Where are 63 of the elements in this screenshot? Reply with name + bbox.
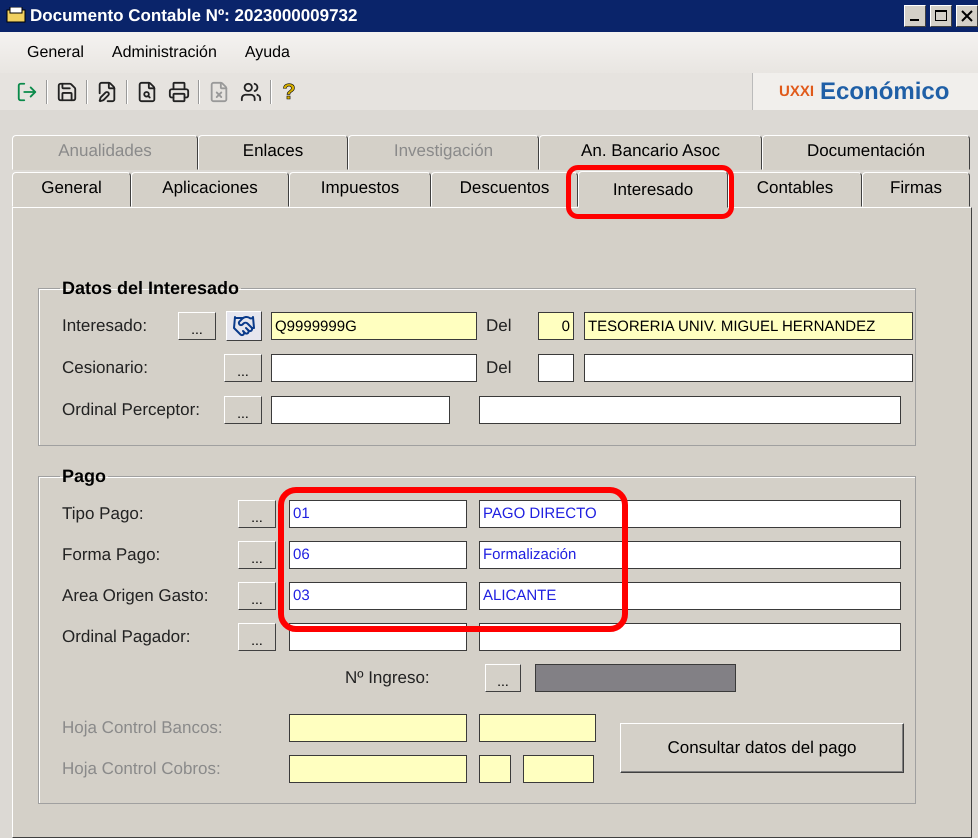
field-label: Hoja Control Bancos:	[62, 718, 224, 738]
field-label: Forma Pago:	[62, 544, 162, 564]
input-field[interactable]: ALICANTE	[479, 582, 901, 610]
input-field[interactable]: TESORERIA UNIV. MIGUEL HERNANDEZ	[584, 312, 913, 340]
tab[interactable]: Descuentos	[431, 172, 578, 207]
input-field[interactable]	[538, 354, 574, 382]
input-field[interactable]	[479, 714, 596, 742]
tab[interactable]: Aplicaciones	[131, 172, 289, 207]
menu-item[interactable]: Administración	[112, 44, 217, 62]
browse-button[interactable]: ...	[178, 312, 216, 340]
field-label: Interesado:	[62, 316, 148, 336]
input-field[interactable]: PAGO DIRECTO	[479, 500, 901, 528]
input-field[interactable]: Q9999999G	[271, 312, 477, 340]
minimize-icon[interactable]	[904, 5, 926, 27]
field-label: Ordinal Perceptor:	[62, 400, 201, 420]
input-field[interactable]	[479, 396, 901, 424]
field-label: Cesionario:	[62, 358, 149, 378]
input-field[interactable]	[479, 622, 901, 650]
close-icon[interactable]	[956, 5, 978, 27]
tab[interactable]: Firmas	[862, 172, 970, 207]
tab[interactable]: Documentación	[762, 135, 970, 170]
tab[interactable]: Contables	[728, 172, 862, 207]
browse-button[interactable]: ...	[238, 622, 276, 650]
tab[interactable]: Enlaces	[198, 135, 348, 170]
field-label: Del	[486, 358, 513, 378]
input-field[interactable]: Formalización	[479, 540, 901, 568]
browse-button[interactable]: ...	[238, 500, 276, 528]
input-field[interactable]	[289, 754, 467, 782]
group-title: Pago	[61, 466, 108, 487]
input-field[interactable]: 0	[538, 312, 574, 340]
tab[interactable]: Impuestos	[289, 172, 431, 207]
menu-item[interactable]: Ayuda	[244, 44, 290, 62]
handshake-icon[interactable]	[226, 311, 262, 341]
window-title: Documento Contable Nº: 2023000009732	[30, 6, 358, 26]
field-label: Hoja Control Cobros:	[62, 758, 222, 778]
browse-button[interactable]: ...	[224, 396, 262, 424]
consult-payment-button[interactable]: Consultar datos del pago	[620, 723, 904, 773]
tab[interactable]: Interesado	[578, 171, 728, 208]
input-field[interactable]	[479, 754, 511, 782]
browse-button[interactable]: ...	[224, 354, 262, 382]
input-field[interactable]: 03	[289, 582, 467, 610]
app-icon	[6, 7, 26, 25]
input-field[interactable]	[523, 754, 594, 782]
field-label: Tipo Pago:	[62, 504, 145, 524]
field-label: Area Origen Gasto:	[62, 586, 210, 606]
input-field[interactable]	[289, 714, 467, 742]
field-label: Ordinal Pagador:	[62, 626, 192, 646]
input-field[interactable]: 06	[289, 540, 467, 568]
input-field[interactable]: 01	[289, 500, 467, 528]
input-field[interactable]	[584, 354, 913, 382]
browse-button[interactable]: ...	[238, 582, 276, 610]
tab[interactable]: General	[12, 172, 131, 207]
input-field[interactable]	[271, 396, 450, 424]
menu-item[interactable]: General	[27, 44, 84, 62]
field-label: Nº Ingreso:	[345, 668, 431, 688]
maximize-icon[interactable]	[930, 5, 952, 27]
field-label: Del	[486, 316, 513, 336]
browse-button[interactable]: ...	[238, 540, 276, 568]
group-title: Datos del Interesado	[61, 278, 240, 299]
tab[interactable]: An. Bancario Asoc	[539, 135, 762, 170]
logo-prefix: UXXI	[779, 83, 814, 100]
input-field[interactable]	[271, 354, 477, 382]
logo-text: Económico	[820, 78, 950, 106]
